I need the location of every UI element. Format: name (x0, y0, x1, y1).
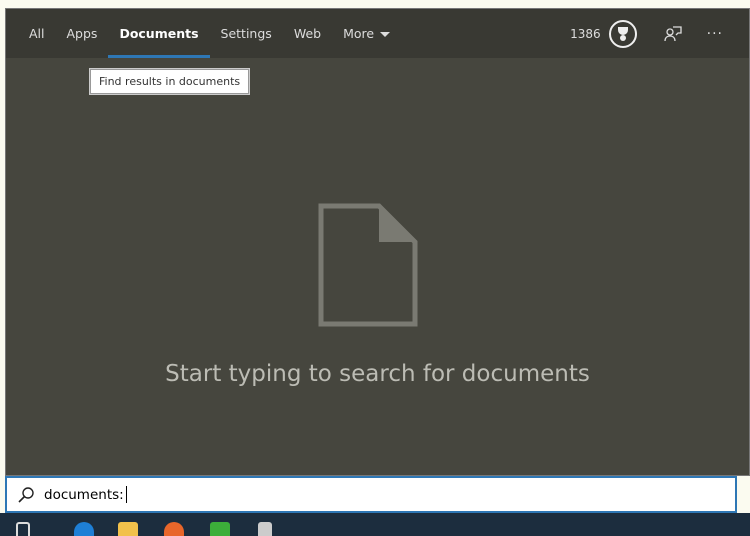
search-panel: All Apps Documents Settings Web More 138… (5, 8, 750, 476)
search-tabs-bar: All Apps Documents Settings Web More 138… (6, 9, 749, 58)
firefox-icon[interactable] (164, 522, 184, 536)
chevron-down-icon (380, 32, 391, 37)
taskbar (0, 513, 750, 536)
tab-more[interactable]: More (332, 9, 401, 58)
tab-documents[interactable]: Documents (108, 9, 210, 58)
tab-more-label: More (343, 26, 375, 41)
more-options-icon[interactable]: ··· (707, 26, 723, 42)
tab-web[interactable]: Web (283, 9, 332, 58)
search-icon (18, 486, 34, 503)
app-stamp-icon[interactable] (258, 522, 272, 536)
tab-settings[interactable]: Settings (210, 9, 283, 58)
document-icon (318, 203, 418, 327)
text-cursor (125, 486, 127, 503)
file-explorer-icon[interactable] (118, 522, 138, 536)
tab-apps[interactable]: Apps (56, 9, 109, 58)
tooltip: Find results in documents (88, 68, 251, 95)
feedback-icon[interactable] (663, 24, 683, 44)
edge-icon[interactable] (74, 522, 94, 536)
app-green-icon[interactable] (210, 522, 230, 536)
search-input[interactable]: documents: (5, 476, 737, 513)
search-query[interactable]: documents: (44, 487, 124, 503)
empty-state-message: Start typing to search for documents (165, 361, 590, 387)
trophy-icon[interactable] (608, 19, 637, 48)
tab-all[interactable]: All (18, 9, 56, 58)
task-view-icon[interactable] (16, 522, 30, 536)
rewards-points: 1386 (570, 26, 601, 41)
